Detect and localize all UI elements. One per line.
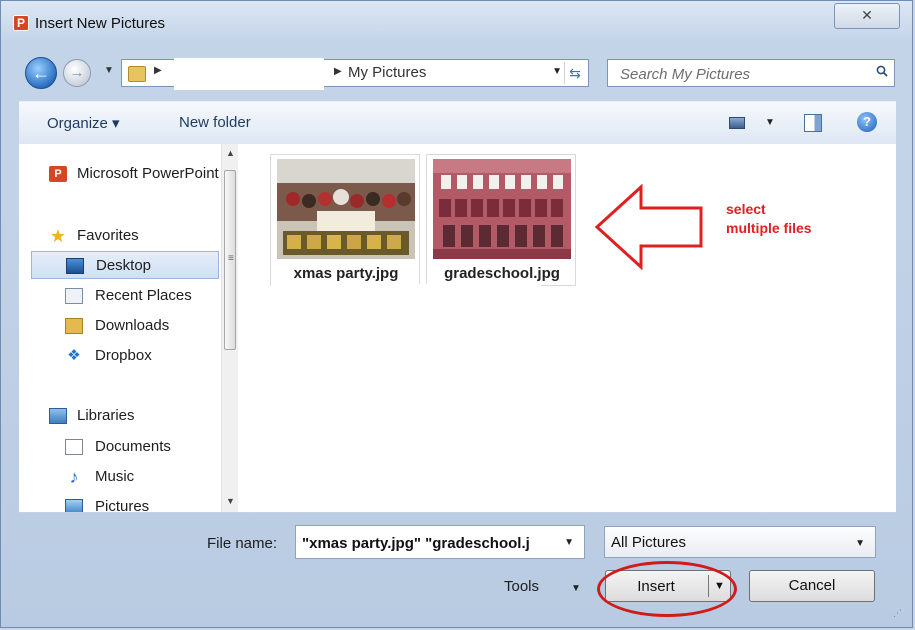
- powerpoint-icon: P: [49, 166, 67, 182]
- dropbox-icon: ❖: [67, 347, 81, 364]
- tools-chevron-icon[interactable]: ▼: [571, 583, 581, 594]
- navigation-pane: P Microsoft PowerPoint ★ Favorites Deskt…: [19, 144, 221, 512]
- title-bar: P Insert New Pictures ✕: [1, 1, 912, 45]
- desktop-icon: [66, 258, 84, 274]
- navigation-scrollbar[interactable]: ▲ ≡ ▼: [221, 144, 239, 512]
- new-folder-button[interactable]: New folder: [179, 114, 251, 131]
- view-options-chevron-icon[interactable]: ▼: [765, 117, 775, 128]
- forward-button[interactable]: →: [63, 59, 91, 87]
- file-type-chevron-icon[interactable]: ▼: [855, 538, 865, 549]
- close-button[interactable]: ✕: [834, 3, 900, 29]
- insert-button-label: Insert: [637, 578, 675, 595]
- command-toolbar: Organize ▾ New folder ▼ ?: [19, 101, 896, 145]
- address-bar[interactable]: ▶ ▶ My Pictures ▼ ⇆: [121, 58, 589, 90]
- help-icon[interactable]: ?: [857, 112, 877, 132]
- file-list: xmas party.jpg gradeschool.jpg select mu…: [238, 144, 896, 512]
- file-type-select[interactable]: All Pictures ▼: [604, 526, 876, 558]
- photo-thumbnail: [277, 159, 415, 259]
- window-title: Insert New Pictures: [35, 15, 166, 32]
- file-name-chevron-icon[interactable]: ▼: [564, 537, 574, 548]
- nav-item-label: Desktop: [96, 257, 152, 274]
- scroll-up-arrow-icon[interactable]: ▲: [226, 148, 235, 158]
- address-history-chevron-icon[interactable]: ▼: [552, 66, 562, 77]
- nav-item-documents[interactable]: Documents: [31, 433, 219, 461]
- insert-button[interactable]: Insert ▼: [605, 570, 731, 602]
- music-icon: ♪: [69, 467, 79, 487]
- scroll-down-arrow-icon[interactable]: ▼: [226, 496, 235, 506]
- resize-grip-icon[interactable]: ⋰: [893, 608, 902, 619]
- nav-item-label: Libraries: [77, 407, 135, 424]
- nav-item-label: Downloads: [95, 317, 170, 334]
- nav-item-favorites[interactable]: ★ Favorites: [31, 222, 219, 250]
- search-box[interactable]: [607, 59, 895, 88]
- nav-item-libraries[interactable]: Libraries: [31, 402, 219, 430]
- file-name: xmas party.jpg: [293, 265, 399, 282]
- downloads-icon: [65, 318, 83, 334]
- breadcrumb-arrow-icon[interactable]: ▶: [334, 66, 342, 77]
- powerpoint-app-icon: P: [13, 15, 29, 31]
- annotation-arrow-left-icon: [595, 184, 703, 270]
- file-name-input[interactable]: [296, 526, 559, 560]
- nav-item-label: Favorites: [77, 227, 139, 244]
- search-input[interactable]: [608, 60, 872, 88]
- nav-item-recent-places[interactable]: Recent Places: [31, 282, 219, 310]
- nav-item-label: Dropbox: [95, 347, 152, 364]
- file-name-label: File name:: [207, 535, 278, 552]
- insert-pictures-dialog: P Insert New Pictures ✕ ← → ▼ ▶ ▶ My Pic…: [0, 0, 913, 628]
- breadcrumb-arrow-icon[interactable]: ▶: [154, 65, 162, 76]
- file-name-combobox[interactable]: ▼: [295, 525, 585, 560]
- nav-item-label: Documents: [95, 438, 171, 455]
- refresh-icon[interactable]: ⇆: [564, 62, 585, 84]
- nav-item-desktop[interactable]: Desktop: [31, 251, 219, 279]
- recent-places-icon: [65, 288, 83, 304]
- nav-item-powerpoint[interactable]: P Microsoft PowerPoint: [31, 160, 219, 188]
- nav-item-label: Music: [95, 468, 135, 485]
- nav-item-dropbox[interactable]: ❖ Dropbox: [31, 342, 219, 370]
- nav-item-label: Microsoft PowerPoint: [77, 165, 219, 182]
- nav-item-label: Pictures: [95, 498, 150, 512]
- redacted-path-segment: [174, 58, 324, 90]
- nav-item-music[interactable]: ♪ Music: [31, 463, 219, 491]
- nav-item-downloads[interactable]: Downloads: [31, 312, 219, 340]
- annotation-line: multiple files: [726, 220, 812, 236]
- organize-button[interactable]: Organize ▾: [47, 114, 120, 132]
- scrollbar-thumb[interactable]: ≡: [224, 170, 236, 350]
- photo-thumbnail: [433, 159, 571, 259]
- folder-icon: [128, 66, 146, 82]
- pictures-icon: [65, 499, 83, 512]
- libraries-icon: [49, 408, 67, 424]
- redacted-area: [271, 284, 541, 316]
- recent-locations-chevron-icon[interactable]: ▼: [104, 65, 114, 76]
- change-view-icon[interactable]: [729, 117, 745, 129]
- documents-icon: [65, 439, 83, 455]
- insert-options-chevron-icon[interactable]: ▼: [714, 580, 725, 592]
- search-icon[interactable]: [876, 65, 888, 77]
- tools-button[interactable]: Tools: [504, 578, 539, 595]
- cancel-button[interactable]: Cancel: [749, 570, 875, 602]
- nav-item-pictures[interactable]: Pictures: [31, 493, 219, 512]
- split-divider: [708, 575, 709, 597]
- back-button[interactable]: ←: [25, 57, 57, 89]
- grip-icon: ≡: [228, 253, 234, 264]
- nav-item-label: Recent Places: [95, 287, 192, 304]
- annotation-line: select: [726, 201, 766, 217]
- annotation-text: select multiple files: [726, 200, 812, 238]
- file-item-gradeschool[interactable]: gradeschool.jpg: [426, 154, 576, 286]
- preview-pane-icon[interactable]: [804, 114, 822, 132]
- address-row: ← → ▼ ▶ ▶ My Pictures ▼ ⇆: [1, 49, 912, 93]
- browser-content: P Microsoft PowerPoint ★ Favorites Deskt…: [19, 144, 896, 513]
- file-item-xmas-party[interactable]: xmas party.jpg: [270, 154, 420, 286]
- file-name: gradeschool.jpg: [444, 265, 560, 282]
- breadcrumb-current-folder[interactable]: My Pictures: [348, 64, 426, 81]
- file-type-value: All Pictures: [611, 534, 687, 551]
- star-icon: ★: [49, 226, 67, 246]
